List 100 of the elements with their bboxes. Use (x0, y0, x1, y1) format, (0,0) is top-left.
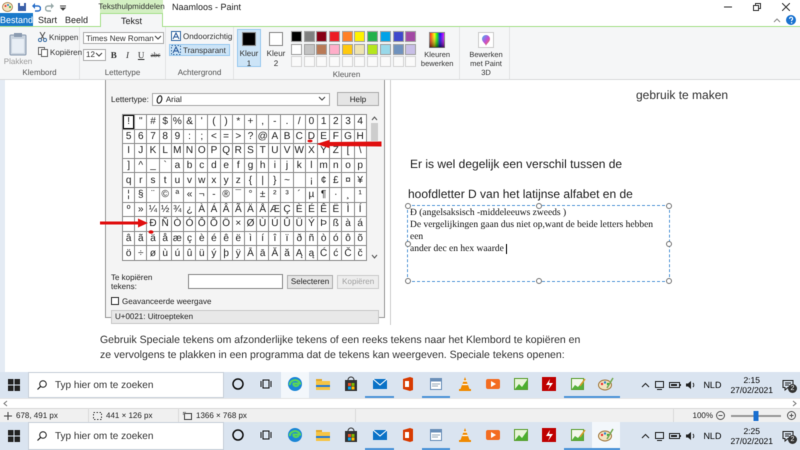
character-cell[interactable]: ¶ (318, 188, 330, 202)
scrollbar-thumb[interactable] (370, 123, 378, 141)
font-size-dropdown[interactable]: 12 (83, 48, 106, 60)
character-cell[interactable]: d (208, 158, 220, 172)
character-cell[interactable]: ù (160, 246, 171, 260)
character-cell[interactable]: ö (123, 246, 134, 260)
character-cell[interactable]: č (354, 246, 366, 260)
character-cell[interactable]: » (135, 202, 146, 216)
undo-icon[interactable] (31, 2, 41, 12)
character-cell[interactable]: ú (172, 246, 183, 260)
character-cell[interactable]: R (232, 144, 244, 158)
character-cell[interactable]: 2 (330, 115, 342, 129)
background-option[interactable]: Transparant (169, 44, 230, 56)
character-cell[interactable]: U (269, 144, 280, 158)
character-cell[interactable]: ³ (281, 188, 293, 202)
character-cell[interactable]: º (123, 202, 134, 216)
character-cell[interactable]: } (269, 173, 280, 187)
character-cell[interactable]: ¥ (354, 173, 366, 187)
palette-swatch[interactable] (392, 31, 404, 42)
character-cell[interactable]: 7 (147, 130, 159, 144)
character-cell[interactable]: Ć (318, 246, 330, 260)
character-cell[interactable]: ^ (135, 158, 146, 172)
character-cell[interactable]: Ç (281, 202, 293, 216)
speaker-icon[interactable] (685, 431, 696, 441)
character-cell[interactable]: ò (318, 232, 330, 246)
character-cell[interactable]: î (269, 232, 280, 246)
character-cell[interactable]: | (257, 173, 268, 187)
character-cell[interactable]: ¿ (184, 202, 196, 216)
character-cell[interactable]: v (184, 173, 196, 187)
select-button[interactable]: Selecteren (286, 274, 334, 289)
font-dropdown[interactable]: Arial (152, 92, 330, 106)
character-cell[interactable]: 3 (342, 115, 354, 129)
character-cell[interactable]: : (184, 130, 196, 144)
search-field[interactable]: Typ hier om te zoeken (28, 422, 224, 450)
character-cell[interactable]: a (172, 158, 183, 172)
palette-swatch[interactable] (291, 31, 302, 42)
character-cell[interactable]: b (184, 158, 196, 172)
palette-swatch[interactable] (342, 44, 353, 55)
scroll-down-icon[interactable] (370, 254, 378, 259)
ribbon-tab[interactable]: Start (33, 13, 62, 26)
character-cell[interactable]: Õ (208, 217, 220, 231)
palette-swatch[interactable] (405, 44, 416, 55)
underline-button[interactable]: U (135, 48, 148, 61)
palette-swatch[interactable] (354, 44, 366, 55)
character-cell[interactable]: < (208, 130, 220, 144)
character-cell[interactable]: $ (160, 115, 171, 129)
character-cell[interactable]: t (160, 173, 171, 187)
palette-swatch[interactable] (304, 44, 315, 55)
clock-button[interactable]: 2:25 27/02/2021 (728, 426, 775, 446)
character-cell[interactable]: 8 (160, 130, 171, 144)
character-cell[interactable]: & (184, 115, 196, 129)
character-cell[interactable]: B (281, 130, 293, 144)
character-cell[interactable]: « (184, 188, 196, 202)
character-cell[interactable]: Ã (232, 202, 244, 216)
character-cell[interactable]: . (281, 115, 293, 129)
character-cell[interactable]: ó (330, 232, 342, 246)
dropdown-caret-icon[interactable] (59, 2, 67, 10)
character-cell[interactable]: § (135, 188, 146, 202)
character-cell[interactable]: ! (123, 115, 134, 129)
character-cell[interactable]: 5 (123, 130, 134, 144)
character-cell[interactable]: Č (342, 246, 354, 260)
character-cell[interactable]: ¬ (196, 188, 208, 202)
zoom-in-icon[interactable] (787, 411, 796, 420)
character-cell[interactable]: ä (147, 232, 159, 246)
character-cell[interactable]: Ü (294, 217, 305, 231)
character-cell[interactable]: q (123, 173, 134, 187)
character-cell[interactable]: o (342, 158, 354, 172)
character-cell[interactable]: ý (208, 246, 220, 260)
character-cell[interactable]: ô (342, 232, 354, 246)
character-cell[interactable]: Ù (257, 217, 268, 231)
character-cell[interactable]: Í (354, 202, 366, 216)
character-cell[interactable]: ç (184, 232, 196, 246)
help-button[interactable]: Help (337, 92, 379, 106)
character-cell[interactable]: Ô (196, 217, 208, 231)
character-cell[interactable]: r (135, 173, 146, 187)
speaker-icon[interactable] (685, 380, 696, 390)
character-cell[interactable]: è (196, 232, 208, 246)
character-cell[interactable]: å (160, 232, 171, 246)
search-field[interactable]: Typ hier om te zoeken (28, 372, 224, 398)
character-cell[interactable]: = (220, 130, 232, 144)
character-cell[interactable]: µ (306, 188, 317, 202)
character-cell[interactable]: # (147, 115, 159, 129)
zoom-out-icon[interactable] (716, 411, 725, 420)
character-cell[interactable]: ° (244, 188, 256, 202)
character-cell[interactable]: h (257, 158, 268, 172)
character-cell[interactable]: 1 (318, 115, 330, 129)
caret-up-icon[interactable] (641, 380, 650, 390)
character-cell[interactable]: ą (306, 246, 317, 260)
battery-icon[interactable] (669, 432, 682, 440)
character-cell[interactable]: Ñ (160, 217, 171, 231)
character-cell[interactable]: Á (208, 202, 220, 216)
character-cell[interactable]: ü (196, 246, 208, 260)
character-cell[interactable]: L (160, 144, 171, 158)
character-cell[interactable]: g (244, 158, 256, 172)
palette-swatch[interactable] (342, 31, 353, 42)
character-cell[interactable]: Ë (330, 202, 342, 216)
character-cell[interactable]: © (160, 188, 171, 202)
ribbon-tab[interactable]: Beeld (62, 13, 91, 26)
character-cell[interactable]: ¹ (354, 188, 366, 202)
character-cell[interactable]: ã (135, 232, 146, 246)
